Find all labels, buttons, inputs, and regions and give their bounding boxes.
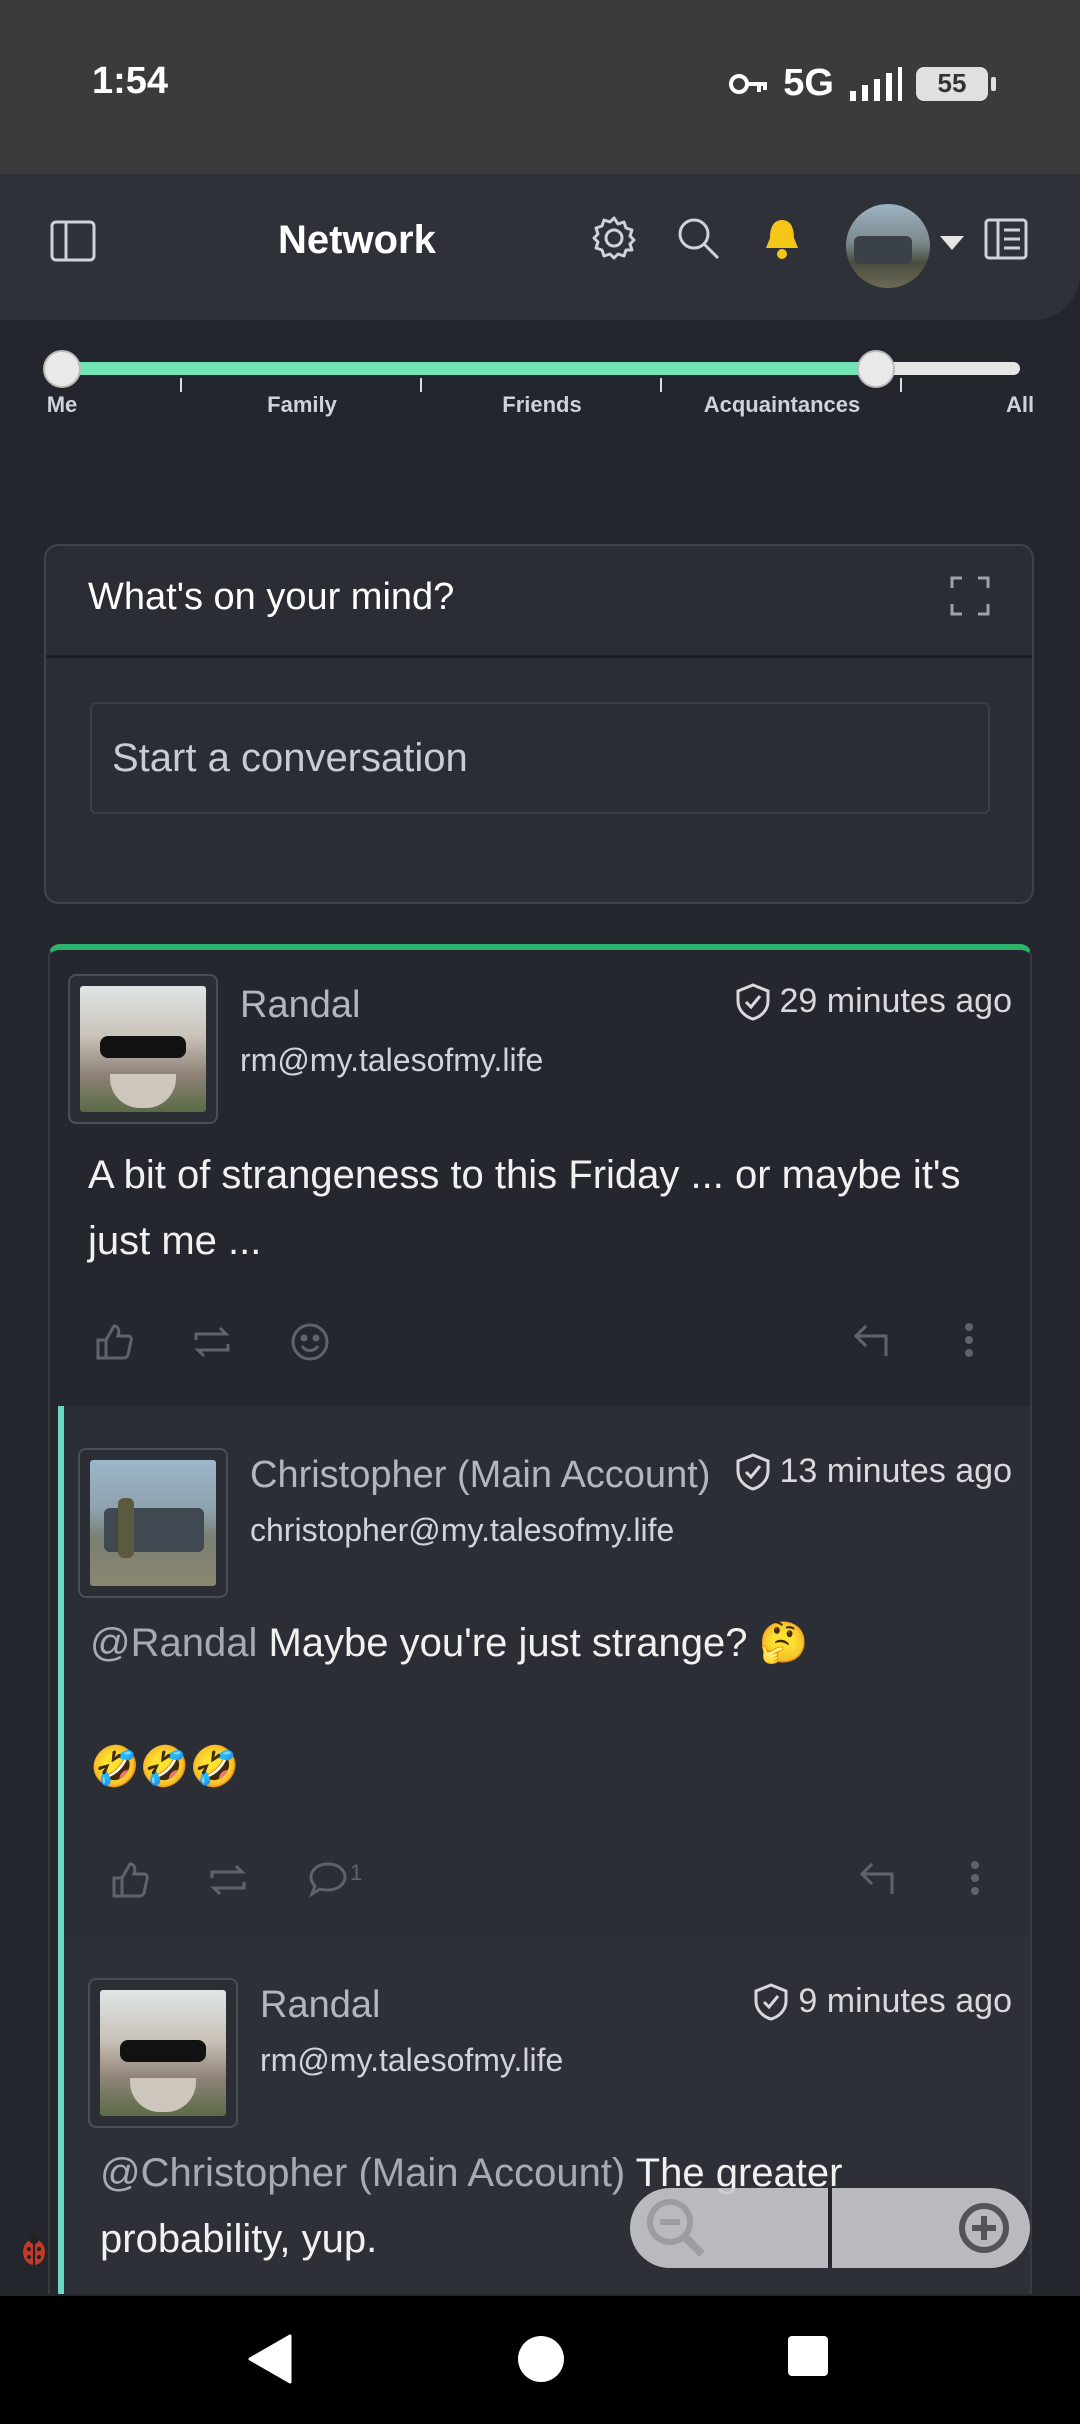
author-name[interactable]: Christopher (Main Account) [250,1454,710,1497]
post-body-emoji: 🤣🤣🤣 [90,1745,240,1789]
post-time: 29 minutes ago [736,982,1013,1021]
reader-icon[interactable] [984,218,1028,260]
post-body: A bit of strangeness to this Friday ... … [88,1153,961,1263]
zoom-in-button[interactable] [832,2188,1030,2268]
reply-icon[interactable] [852,1322,892,1363]
user-avatar[interactable] [846,204,930,288]
shield-icon [736,982,769,1021]
like-icon[interactable] [110,1860,150,1905]
conversation-input[interactable]: Start a conversation [90,702,990,814]
post-card: Randal rm@my.talesofmy.life 29 minutes a… [50,950,1030,1400]
avatar[interactable] [88,1978,238,2128]
time-label: 13 minutes ago [779,1452,1013,1490]
post-time: 13 minutes ago [736,1452,1013,1491]
bell-icon[interactable] [762,216,802,260]
status-time: 1:54 [92,60,169,102]
composer-header: What's on your mind? [46,546,1032,658]
shield-icon [754,1982,788,2021]
zoom-out-button[interactable] [630,2188,832,2268]
comment-icon[interactable]: 1 [308,1860,362,1898]
back-icon[interactable] [246,2334,292,2389]
avatar[interactable] [78,1448,228,1598]
post-actions: 1 [64,1852,1030,1912]
sidebar-toggle-icon[interactable] [50,220,96,262]
vpn-key-icon [729,73,768,94]
post-body: @Randal Maybe you're just strange? 🤔 [90,1610,1010,1676]
slider-label-family: Family [267,392,337,417]
author-handle[interactable]: rm@my.talesofmy.life [260,2042,563,2079]
battery-indicator: 55 [916,66,996,101]
audience-slider[interactable]: Me Family Friends Acquaintances All [43,350,1034,440]
repeat-icon[interactable] [190,1322,234,1367]
slider-label-friends: Friends [502,392,582,417]
post-actions [50,1314,1030,1374]
zoom-in-icon [959,2203,1009,2253]
author-handle[interactable]: christopher@my.talesofmy.life [250,1512,674,1549]
more-icon[interactable] [964,1322,974,1363]
page-title: Network [278,218,436,262]
settings-icon[interactable] [592,216,636,260]
avatar[interactable] [68,974,218,1124]
status-bar: 1:54 5G 55 [0,0,1080,174]
more-icon[interactable] [970,1860,980,1901]
author-name[interactable]: Randal [260,1984,380,2027]
reply-card: Christopher (Main Account) christopher@m… [58,1406,1030,1936]
slider-thumb-start[interactable] [43,350,81,388]
slider-label-all: All [1005,392,1035,417]
mention-link[interactable]: @Randal [90,1621,257,1665]
slider-fill [62,362,877,375]
network-type: 5G [783,62,834,104]
post-thread: Randal rm@my.talesofmy.life 29 minutes a… [48,944,1032,2294]
bug-icon[interactable] [16,2232,52,2268]
dropdown-caret-icon[interactable] [940,236,964,250]
home-icon[interactable] [516,2334,566,2389]
zoom-out-icon [647,2199,705,2257]
author-handle[interactable]: rm@my.talesofmy.life [240,1042,543,1079]
system-navigation-bar [0,2296,1080,2424]
slider-label-me: Me [46,392,78,417]
shield-icon [736,1452,769,1491]
time-label: 9 minutes ago [798,1982,1012,2020]
slider-label-acquaintances: Acquaintances [703,392,861,417]
post-body-text: Maybe you're just strange? 🤔 [257,1621,809,1665]
recents-icon[interactable] [786,2334,830,2383]
top-navbar: Network [0,174,1080,320]
post-time: 9 minutes ago [754,1982,1012,2021]
composer-title: What's on your mind? [88,576,455,618]
zoom-control [630,2188,1030,2268]
author-name[interactable]: Randal [240,984,360,1027]
expand-icon[interactable] [950,576,990,621]
mention-link[interactable]: @Christopher (Main Account) [100,2151,625,2195]
reply-icon[interactable] [858,1860,898,1901]
composer-card: What's on your mind? Start a conversatio… [44,544,1034,904]
like-icon[interactable] [94,1322,134,1367]
status-icons: 5G 55 [729,62,996,105]
time-label: 29 minutes ago [779,982,1013,1020]
battery-level: 55 [937,68,967,98]
search-icon[interactable] [676,216,720,260]
emoji-icon[interactable] [290,1322,330,1367]
comment-count: 1 [350,1860,363,1885]
slider-thumb-end[interactable] [857,350,896,388]
signal-icon [850,66,902,101]
repeat-icon[interactable] [206,1860,250,1905]
